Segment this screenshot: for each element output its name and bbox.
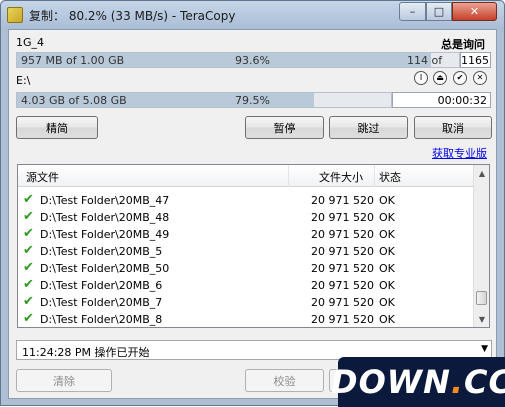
- source-progress-text: 957 MB of 1.00 GB: [21, 54, 125, 67]
- file-size: 20 971 520: [311, 279, 374, 292]
- file-source: D:\Test Folder\20MB_5: [40, 245, 163, 258]
- file-source: D:\Test Folder\20MB_50: [40, 262, 170, 275]
- column-source[interactable]: 源文件: [26, 169, 59, 185]
- file-status: OK: [379, 194, 395, 207]
- total-files-box: 1165: [460, 52, 491, 68]
- file-size: 20 971 520: [311, 262, 374, 275]
- file-source: D:\Test Folder\20MB_47: [40, 194, 170, 207]
- check-icon: ✔: [23, 192, 34, 207]
- minimize-button[interactable]: –: [399, 2, 426, 21]
- target-name: E:\: [16, 74, 31, 87]
- file-list-header: 源文件 文件大小 状态: [18, 165, 473, 187]
- close-button[interactable]: ✕: [452, 2, 497, 21]
- file-row[interactable]: ✔ D:\Test Folder\20MB_5 20 971 520 OK: [18, 243, 473, 260]
- file-row[interactable]: ✔ D:\Test Folder\20MB_7 20 971 520 OK: [18, 294, 473, 311]
- column-divider[interactable]: [374, 165, 375, 187]
- title-bar[interactable]: 复制： 80.2% (33 MB/s) - TeraCopy – □ ✕: [1, 1, 504, 29]
- target-percent: 79.5%: [235, 94, 270, 107]
- file-list-scrollbar[interactable]: ▲ ▼: [473, 165, 489, 327]
- file-row[interactable]: ✔ D:\Test Folder\20MB_50 20 971 520 OK: [18, 260, 473, 277]
- dropdown-arrow-icon[interactable]: ▼: [481, 344, 488, 354]
- elapsed-time: 00:00:32: [392, 92, 491, 108]
- file-source: D:\Test Folder\20MB_8: [40, 313, 163, 326]
- source-progress-bar: 957 MB of 1.00 GB 93.6% 114 of: [16, 52, 460, 68]
- scroll-thumb[interactable]: [476, 291, 487, 305]
- file-status: OK: [379, 296, 395, 309]
- scroll-down-arrow-icon[interactable]: ▼: [474, 311, 489, 327]
- pause-button[interactable]: 暂停: [245, 116, 324, 139]
- file-row[interactable]: ✔ D:\Test Folder\20MB_48 20 971 520 OK: [18, 209, 473, 226]
- always-ask-label[interactable]: 总是询问: [441, 36, 485, 52]
- check-icon: ✔: [23, 311, 34, 326]
- file-row[interactable]: ✔ D:\Test Folder\20MB_49 20 971 520 OK: [18, 226, 473, 243]
- watermark-dot: .: [450, 363, 465, 401]
- file-count: 114 of: [407, 54, 443, 67]
- get-pro-link[interactable]: 获取专业版: [432, 145, 487, 161]
- check-icon: ✔: [23, 294, 34, 309]
- verify-button[interactable]: 校验: [245, 369, 324, 392]
- check-icon: ✔: [23, 260, 34, 275]
- file-source: D:\Test Folder\20MB_48: [40, 211, 170, 224]
- file-size: 20 971 520: [311, 296, 374, 309]
- watermark-text: DOWN: [331, 363, 451, 401]
- check-icon: ✔: [23, 209, 34, 224]
- file-status: OK: [379, 262, 395, 275]
- file-status: OK: [379, 313, 395, 326]
- file-row[interactable]: ✔ D:\Test Folder\20MB_47 20 971 520 OK: [18, 192, 473, 209]
- log-entry: 11:24:28 PM 操作已开始: [22, 346, 150, 359]
- file-size: 20 971 520: [311, 194, 374, 207]
- file-size: 20 971 520: [311, 313, 374, 326]
- close-circle-icon[interactable]: ✕: [473, 71, 487, 85]
- down-cc-watermark: DOWN.CC: [331, 357, 505, 407]
- eject-icon[interactable]: ⏏: [433, 71, 447, 85]
- file-source: D:\Test Folder\20MB_49: [40, 228, 170, 241]
- check-circle-icon[interactable]: ✔: [453, 71, 467, 85]
- check-icon: ✔: [23, 277, 34, 292]
- file-size: 20 971 520: [311, 228, 374, 241]
- maximize-button[interactable]: □: [426, 2, 452, 21]
- teracopy-app-icon: [7, 7, 23, 23]
- file-status: OK: [379, 245, 395, 258]
- teracopy-window: 复制： 80.2% (33 MB/s) - TeraCopy – □ ✕ 1G_…: [0, 0, 505, 407]
- file-status: OK: [379, 279, 395, 292]
- file-status: OK: [379, 228, 395, 241]
- file-row[interactable]: ✔ D:\Test Folder\20MB_8 20 971 520 OK: [18, 311, 473, 327]
- skip-button[interactable]: 跳过: [329, 116, 408, 139]
- file-size: 20 971 520: [311, 245, 374, 258]
- scroll-up-arrow-icon[interactable]: ▲: [474, 165, 489, 181]
- check-icon: ✔: [23, 226, 34, 241]
- window-title: 复制： 80.2% (33 MB/s) - TeraCopy: [29, 9, 236, 23]
- pause-circle-icon[interactable]: I: [414, 71, 428, 85]
- cancel-button[interactable]: 取消: [414, 116, 492, 139]
- column-status[interactable]: 状态: [379, 169, 401, 185]
- compact-button[interactable]: 精简: [16, 116, 98, 139]
- source-percent: 93.6%: [235, 54, 270, 67]
- watermark-tld: CC: [464, 363, 505, 401]
- column-divider[interactable]: [288, 165, 289, 187]
- file-source: D:\Test Folder\20MB_6: [40, 279, 163, 292]
- client-area: 1G_4 总是询问 957 MB of 1.00 GB 93.6% 114 of…: [8, 29, 497, 399]
- target-progress-text: 4.03 GB of 5.08 GB: [21, 94, 127, 107]
- clear-button[interactable]: 清除: [16, 369, 112, 392]
- column-size[interactable]: 文件大小: [319, 169, 363, 185]
- source-name: 1G_4: [16, 36, 45, 49]
- file-source: D:\Test Folder\20MB_7: [40, 296, 163, 309]
- file-size: 20 971 520: [311, 211, 374, 224]
- file-list[interactable]: 源文件 文件大小 状态 ✔ D:\Test Folder\20MB_47 20 …: [17, 164, 490, 328]
- check-icon: ✔: [23, 243, 34, 258]
- file-row[interactable]: ✔ D:\Test Folder\20MB_6 20 971 520 OK: [18, 277, 473, 294]
- target-progress-bar: 4.03 GB of 5.08 GB 79.5%: [16, 92, 392, 108]
- file-status: OK: [379, 211, 395, 224]
